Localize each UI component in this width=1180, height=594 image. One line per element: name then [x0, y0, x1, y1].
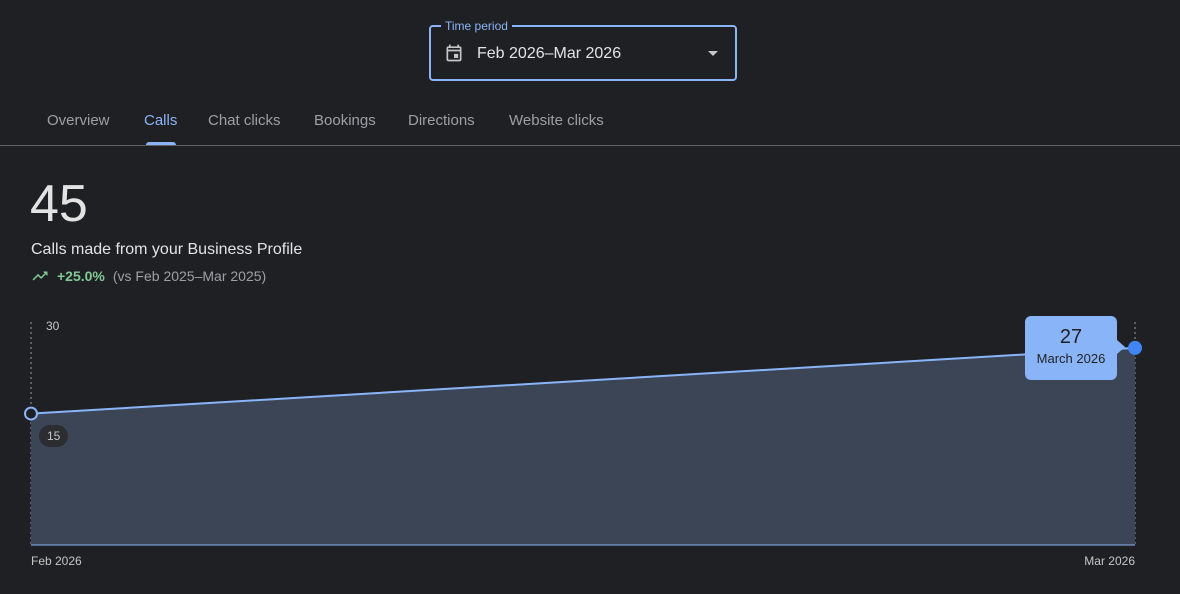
- data-tooltip: 27 March 2026: [1025, 316, 1125, 380]
- change-comparison: (vs Feb 2025–Mar 2025): [112, 268, 267, 284]
- tooltip-label: March 2026: [1036, 351, 1106, 366]
- active-tab-indicator: [146, 142, 176, 145]
- change-percent: +25.0%: [57, 268, 105, 284]
- chevron-down-icon: [708, 51, 718, 56]
- data-point-0[interactable]: [24, 406, 38, 421]
- metric-description: Calls made from your Business Profile: [31, 241, 303, 258]
- tab-website-clicks[interactable]: Website clicks: [509, 112, 604, 130]
- tooltip-value: 27: [1059, 326, 1083, 348]
- x-tick-label-last: Mar 2026: [1084, 554, 1135, 568]
- series-area: [31, 347, 1135, 545]
- tab-overview[interactable]: Overview: [47, 112, 110, 130]
- tab-directions[interactable]: Directions: [408, 112, 475, 130]
- metric-change: +25.0% (vs Feb 2025–Mar 2025): [31, 266, 266, 286]
- performance-page: Time period Feb 2026–Mar 2026 Overview C…: [0, 0, 1180, 594]
- trending-up-icon: [32, 271, 48, 281]
- time-period-label: Time period: [441, 18, 512, 34]
- tab-calls[interactable]: Calls: [144, 112, 177, 130]
- y-tick-label-15: 15: [39, 425, 69, 447]
- tab-chat-clicks[interactable]: Chat clicks: [208, 112, 281, 130]
- calendar-icon: [446, 44, 462, 62]
- metric-total: 45: [30, 175, 88, 233]
- chart-canvas: [24, 322, 1142, 546]
- time-period-value: Feb 2026–Mar 2026: [477, 45, 622, 62]
- data-point-1[interactable]: [1128, 340, 1142, 355]
- time-period-select[interactable]: Time period Feb 2026–Mar 2026: [429, 18, 737, 81]
- x-tick-label-first: Feb 2026: [31, 554, 82, 568]
- metric-tabs: Overview Calls Chat clicks Bookings Dire…: [0, 100, 1180, 146]
- tooltip-arrow: [1117, 340, 1125, 354]
- calls-chart: 30 15 Feb 2026 Mar 2026 27 March 2026: [0, 300, 1180, 594]
- y-tick-label-30: 30: [46, 319, 60, 333]
- tab-bookings[interactable]: Bookings: [314, 112, 376, 130]
